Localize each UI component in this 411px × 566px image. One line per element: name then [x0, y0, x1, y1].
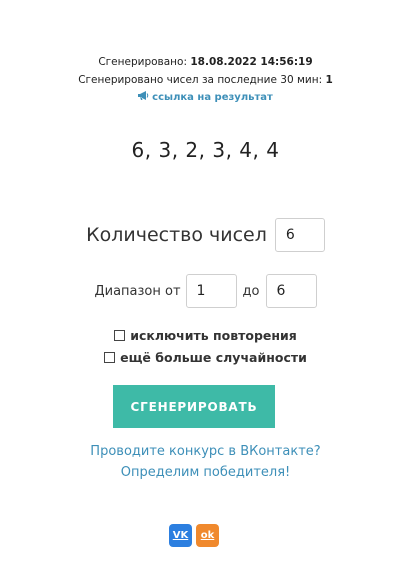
- winner-promo-link[interactable]: Определим победителя!: [0, 465, 411, 480]
- generated-count-value: 1: [325, 74, 333, 86]
- page: Сгенерировано: 18.08.2022 14:56:19 Сгене…: [0, 0, 411, 566]
- range-row: Диапазон от до: [0, 274, 411, 308]
- more-random-label: ещё больше случайности: [120, 350, 307, 365]
- generated-numbers: 6, 3, 2, 3, 4, 4: [131, 138, 280, 162]
- range-to-input[interactable]: [265, 274, 317, 308]
- exclude-repeats-option[interactable]: исключить повторения: [0, 328, 411, 343]
- megaphone-icon: [138, 91, 149, 103]
- more-random-option[interactable]: ещё больше случайности: [0, 350, 411, 365]
- exclude-repeats-checkbox[interactable]: [114, 330, 126, 341]
- generated-count-line: Сгенерировано чисел за последние 30 мин:…: [0, 74, 411, 86]
- vk-icon[interactable]: VK: [169, 524, 192, 547]
- count-row: Количество чисел: [0, 218, 411, 252]
- exclude-repeats-label: исключить повторения: [130, 328, 297, 343]
- count-label: Количество чисел: [86, 224, 267, 246]
- generated-value: 18.08.2022 14:56:19: [190, 56, 313, 68]
- generated-count-label: Сгенерировано чисел за последние 30 мин:: [78, 74, 323, 86]
- generate-button[interactable]: СГЕНЕРИРОВАТЬ: [113, 385, 275, 428]
- generated-label: Сгенерировано:: [98, 56, 187, 68]
- more-random-checkbox[interactable]: [104, 352, 116, 363]
- range-label: Диапазон от: [94, 283, 181, 299]
- range-to-label: до: [242, 283, 260, 299]
- result-link-label: ссылка на результат: [152, 92, 273, 103]
- social-share: VK ok: [169, 524, 223, 547]
- contest-promo-link[interactable]: Проводите конкурс в ВКонтакте?: [0, 444, 411, 459]
- count-input[interactable]: [274, 218, 325, 252]
- range-from-input[interactable]: [185, 274, 237, 308]
- odnoklassniki-icon[interactable]: ok: [196, 524, 219, 547]
- generated-timestamp-line: Сгенерировано: 18.08.2022 14:56:19: [0, 56, 411, 68]
- result-link[interactable]: ссылка на результат: [0, 91, 411, 103]
